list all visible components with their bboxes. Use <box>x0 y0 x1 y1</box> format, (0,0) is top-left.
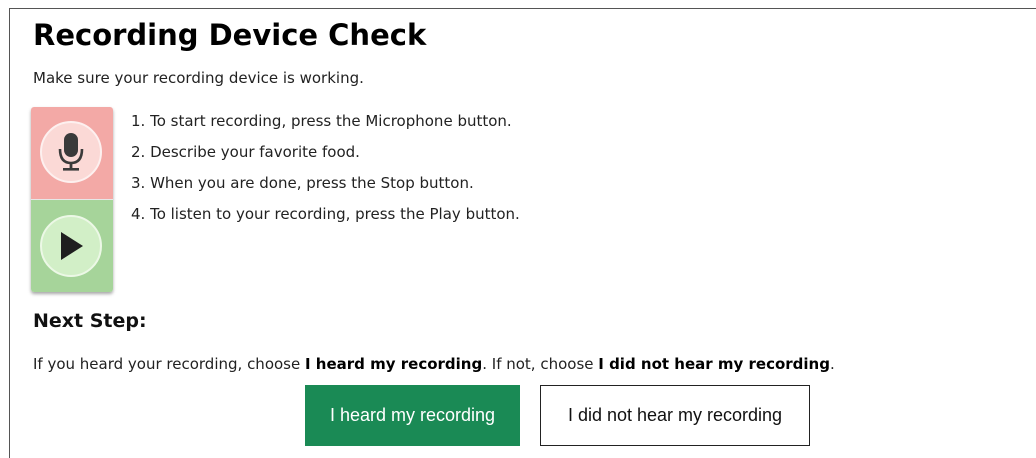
step-item: 3. When you are done, press the Stop but… <box>131 174 474 192</box>
instruction-emphasis-heard: I heard my recording <box>305 355 483 373</box>
step-item: 4. To listen to your recording, press th… <box>131 205 520 223</box>
recording-device <box>31 107 113 292</box>
heard-recording-button[interactable]: I heard my recording <box>305 385 520 446</box>
page-subtitle: Make sure your recording device is worki… <box>33 69 364 87</box>
play-icon <box>61 232 83 260</box>
record-panel <box>31 107 113 200</box>
page-title: Recording Device Check <box>33 18 427 52</box>
microphone-button[interactable] <box>40 121 102 183</box>
did-not-hear-recording-button[interactable]: I did not hear my recording <box>540 385 810 446</box>
step-item: 2. Describe your favorite food. <box>131 143 360 161</box>
instruction-emphasis-not-heard: I did not hear my recording <box>598 355 830 373</box>
next-step-instruction: If you heard your recording, choose I he… <box>33 355 835 373</box>
instruction-text: If you heard your recording, choose <box>33 355 305 373</box>
instruction-text: . <box>829 355 835 373</box>
play-panel <box>31 200 113 292</box>
step-item: 1. To start recording, press the Microph… <box>131 112 512 130</box>
instruction-text: . If not, choose <box>482 355 599 373</box>
next-step-heading: Next Step: <box>33 310 147 332</box>
play-button[interactable] <box>40 215 102 277</box>
instruction-steps: 1. To start recording, press the Microph… <box>131 110 520 234</box>
microphone-icon <box>58 133 84 171</box>
